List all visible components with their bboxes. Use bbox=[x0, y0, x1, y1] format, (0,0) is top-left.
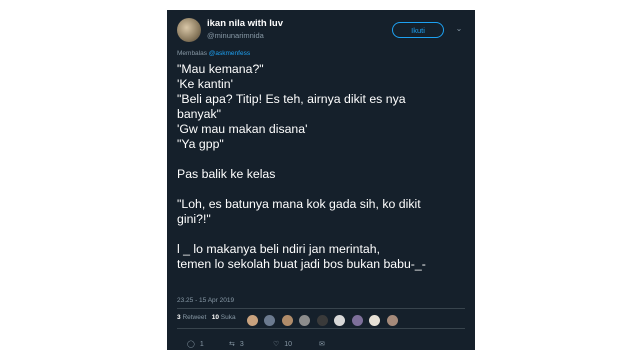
tweet-line: banyak" bbox=[177, 107, 222, 121]
avatar[interactable] bbox=[316, 315, 328, 327]
tweet-line: "Ya gpp" bbox=[177, 137, 224, 151]
tweet-line: "Mau kemana?" bbox=[177, 62, 264, 76]
tweet-line: "Beli apa? Titip! Es teh, airnya dikit e… bbox=[177, 92, 406, 106]
tweet-line-gap bbox=[177, 227, 469, 242]
tweet-card: ikan nila with luv @minunarimnida Ikuti … bbox=[167, 10, 475, 350]
reply-count: 1 bbox=[199, 341, 204, 348]
avatar[interactable] bbox=[177, 18, 201, 42]
heart-icon: ♡ bbox=[273, 341, 280, 348]
retweet-label[interactable]: Retweet bbox=[182, 314, 206, 321]
dm-action[interactable]: ✉ bbox=[319, 340, 330, 348]
speech-bubble-icon: ◯ bbox=[187, 341, 195, 348]
avatar[interactable] bbox=[351, 315, 363, 327]
retweet-action[interactable]: ⇆ 3 bbox=[229, 340, 244, 348]
avatar[interactable] bbox=[386, 315, 398, 327]
like-count[interactable]: 10 bbox=[212, 314, 219, 321]
tweet-timestamp[interactable]: 23.25 - 15 Apr 2019 bbox=[177, 297, 234, 304]
tweet-text: "Mau kemana?" 'Ke kantin' "Beli apa? Tit… bbox=[177, 62, 469, 272]
tweet-line-gap bbox=[177, 182, 469, 197]
follow-button[interactable]: Ikuti bbox=[392, 22, 444, 38]
avatar[interactable] bbox=[334, 315, 346, 327]
tweet-line: 'Ke kantin' bbox=[177, 77, 233, 91]
tweet-line: l _ lo makanya beli ndiri jan merintah, bbox=[177, 242, 381, 256]
avatar[interactable] bbox=[247, 315, 258, 327]
retweet-count[interactable]: 3 bbox=[177, 314, 181, 321]
retweet-action-count: 3 bbox=[239, 341, 244, 348]
like-label[interactable]: Suka bbox=[221, 314, 236, 321]
author-handle[interactable]: @minunarimnida bbox=[207, 31, 264, 40]
liker-avatars bbox=[247, 312, 400, 327]
reply-context: Membalas @askmenfess bbox=[177, 50, 250, 57]
envelope-icon: ✉ bbox=[319, 341, 325, 348]
reply-prefix: Membalas bbox=[177, 50, 207, 57]
reply-action[interactable]: ◯ 1 bbox=[187, 340, 204, 348]
divider bbox=[177, 308, 465, 309]
like-action-count: 10 bbox=[284, 341, 293, 348]
divider bbox=[177, 328, 465, 329]
chevron-down-icon[interactable]: ⌄ bbox=[454, 24, 464, 34]
avatar[interactable] bbox=[281, 315, 293, 327]
tweet-line: "Loh, es batunya mana kok gada sih, ko d… bbox=[177, 197, 421, 211]
tweet-line: Pas balik ke kelas bbox=[177, 167, 276, 181]
avatar[interactable] bbox=[264, 315, 276, 327]
retweet-arrows-icon: ⇆ bbox=[229, 341, 235, 348]
tweet-line: gini?!" bbox=[177, 212, 211, 226]
like-action[interactable]: ♡ 10 bbox=[273, 340, 292, 348]
avatar[interactable] bbox=[299, 315, 311, 327]
reply-to-link[interactable]: @askmenfess bbox=[209, 50, 250, 57]
engagement-stats: 3 Retweet 10 Suka bbox=[177, 314, 236, 321]
tweet-line: 'Gw mau makan disana' bbox=[177, 122, 308, 136]
author-name[interactable]: ikan nila with luv bbox=[207, 18, 283, 29]
tweet-line: temen lo sekolah buat jadi bos bukan bab… bbox=[177, 257, 426, 271]
tweet-line-gap bbox=[177, 152, 469, 167]
avatar[interactable] bbox=[369, 315, 381, 327]
